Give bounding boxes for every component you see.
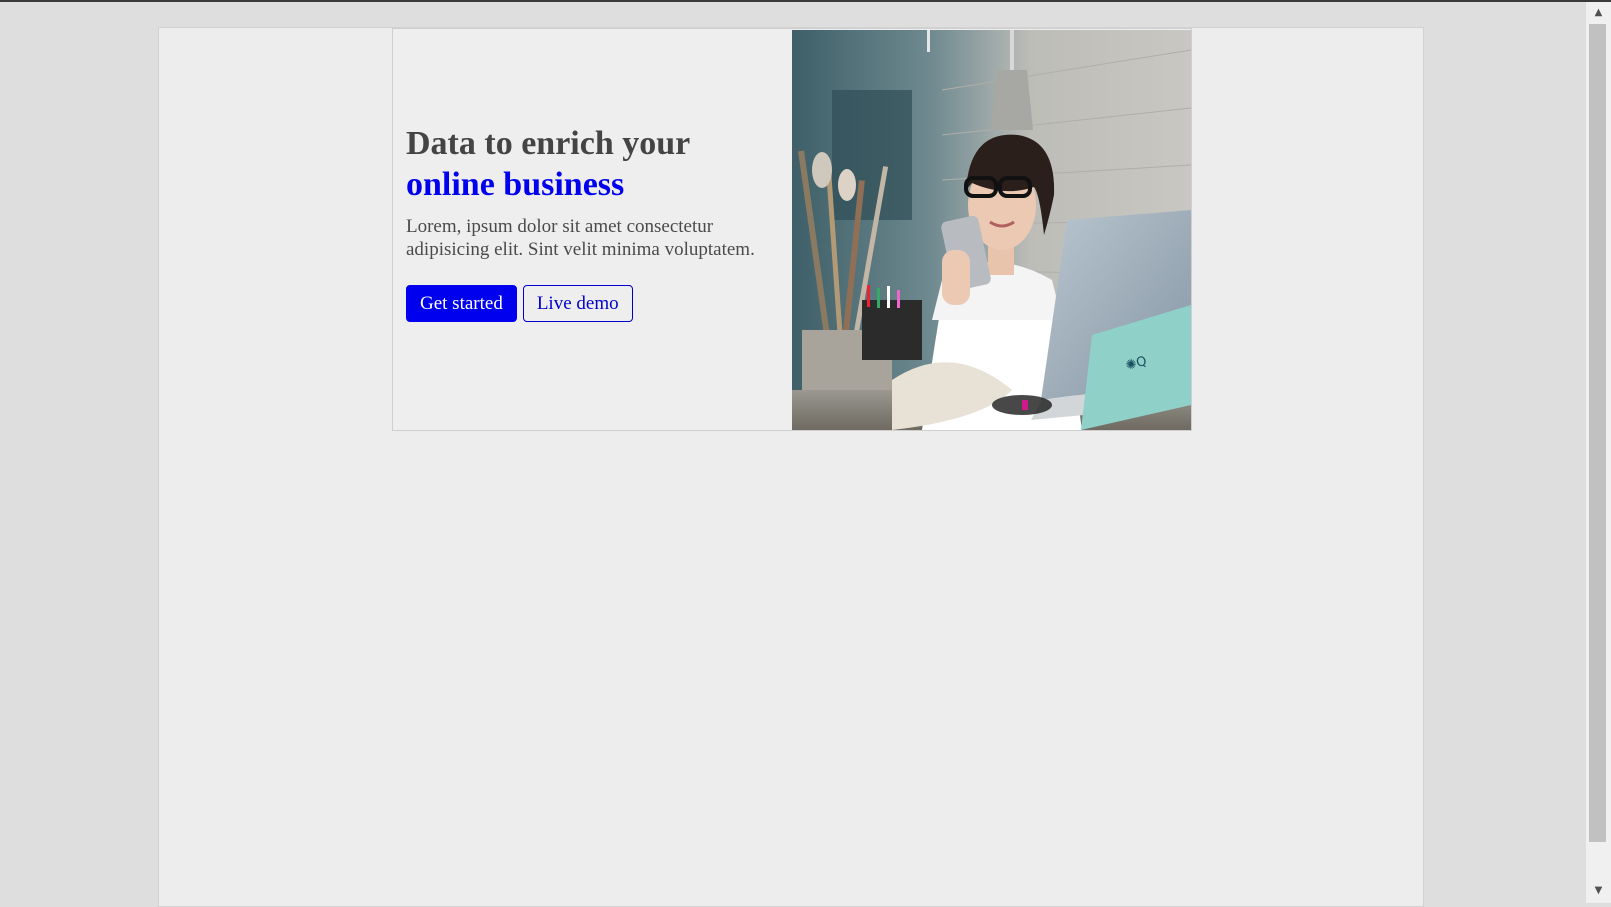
hero-headline: Data to enrich your online business bbox=[406, 123, 778, 205]
scroll-down-arrow-icon[interactable]: ▼ bbox=[1586, 882, 1611, 900]
hero-lead-text: Lorem, ipsum dolor sit amet consectetur … bbox=[406, 216, 755, 260]
hero-section: Data to enrich your online business Lore… bbox=[392, 28, 1192, 431]
headline-accent: online business bbox=[406, 166, 625, 203]
window-top-border bbox=[0, 0, 1611, 2]
scrollbar-thumb[interactable] bbox=[1589, 24, 1606, 842]
live-demo-button[interactable]: Live demo bbox=[522, 285, 633, 322]
cta-row: Get started Live demo bbox=[406, 285, 778, 322]
scroll-up-arrow-icon[interactable]: ▲ bbox=[1586, 4, 1611, 22]
person-with-phone-photo: ✺Q bbox=[792, 30, 1191, 430]
hero-text-column: Data to enrich your online business Lore… bbox=[393, 29, 792, 430]
vertical-scrollbar[interactable]: ▲ ▼ bbox=[1586, 2, 1611, 903]
get-started-button[interactable]: Get started bbox=[406, 285, 517, 322]
headline-line-1: Data to enrich your bbox=[406, 125, 691, 162]
